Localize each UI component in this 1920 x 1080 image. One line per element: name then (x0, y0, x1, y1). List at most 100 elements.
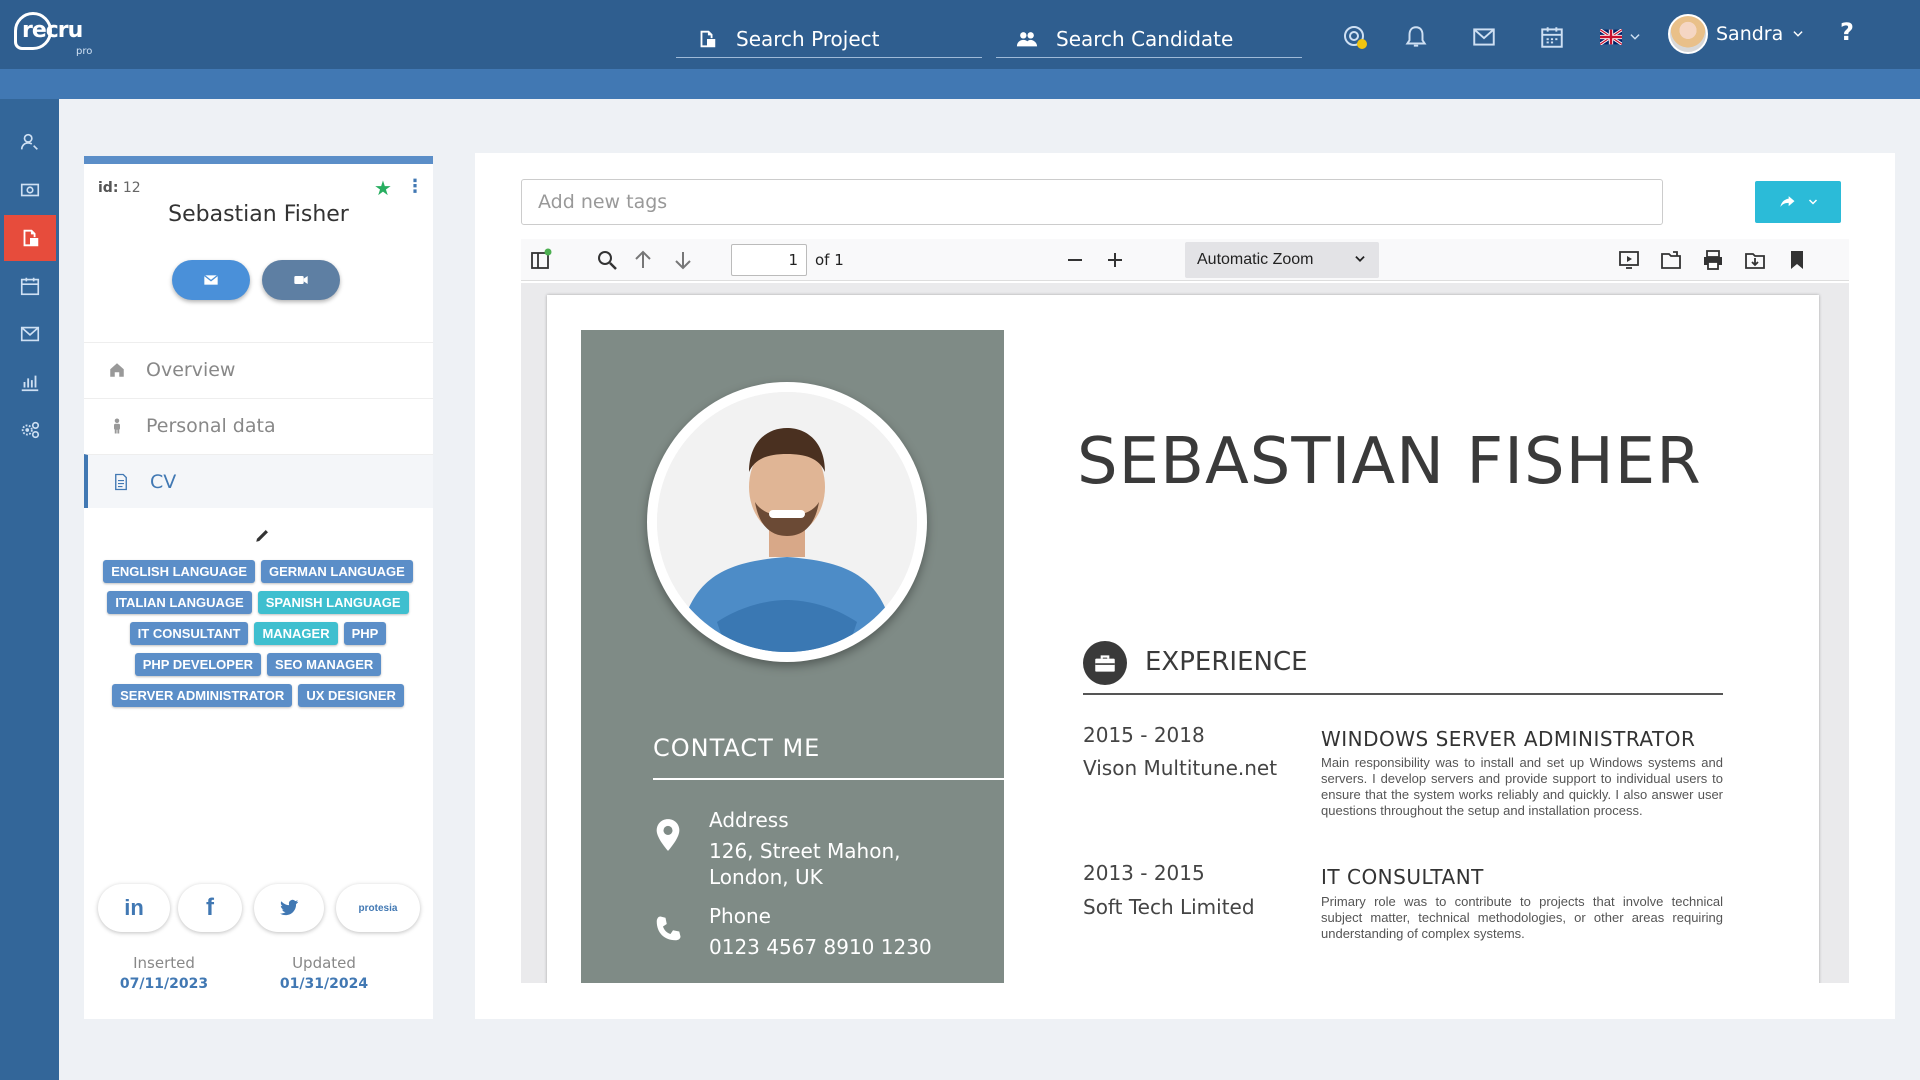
chevron-down-icon (1355, 256, 1365, 262)
protesia-button[interactable]: protesia (336, 884, 420, 932)
sidebar-item-mail[interactable] (4, 311, 56, 357)
calendar-icon (20, 277, 40, 296)
user-search-icon (20, 133, 38, 150)
file-text-icon (115, 473, 127, 490)
zoom-out-icon[interactable] (1063, 248, 1087, 272)
tab-overview[interactable]: Overview (84, 342, 433, 396)
cv-document-page: CONTACT ME Address 126, Street Mahon, Lo… (547, 295, 1819, 983)
presentation-mode-icon[interactable] (1617, 248, 1641, 272)
sidebar-item-candidates[interactable] (4, 119, 56, 165)
skill-tag[interactable]: IT CONSULTANT (129, 622, 249, 645)
calendar-icon (1541, 27, 1563, 48)
updated-date: Updated 01/31/2024 (244, 954, 404, 992)
skill-tag[interactable]: SERVER ADMINISTRATOR (112, 684, 293, 707)
inserted-date: Inserted 07/11/2023 (84, 954, 244, 992)
sub-navbar (0, 69, 1920, 99)
pdf-toolbar: 1 of 1 Automatic Zoom (521, 239, 1849, 281)
updated-value: 01/31/2024 (279, 976, 369, 992)
skill-tag[interactable]: PHP (343, 622, 387, 645)
app-logo[interactable]: recru pro (14, 10, 104, 57)
phone-label: Phone (709, 904, 771, 928)
job-description: Primary role was to contribute to projec… (1321, 894, 1723, 941)
sidebar-item-reports[interactable] (4, 359, 56, 405)
sidebar-item-finance[interactable] (4, 167, 56, 213)
video-call-button[interactable] (262, 260, 340, 300)
search-project-button[interactable]: Search Project (676, 20, 982, 58)
tab-cv[interactable]: CV (84, 454, 433, 508)
experience-divider (1083, 693, 1723, 695)
document-icon (700, 30, 716, 47)
sidebar-item-projects[interactable] (4, 215, 56, 261)
address-label: Address (709, 808, 789, 832)
bookmark-icon[interactable] (1785, 248, 1809, 272)
page-number-input[interactable]: 1 (731, 244, 807, 276)
skill-tag[interactable]: ITALIAN LANGUAGE (107, 591, 252, 614)
tab-personal-data[interactable]: Personal data (84, 398, 433, 452)
edit-tags-pencil-icon[interactable] (254, 526, 272, 544)
map-pin-icon (656, 819, 680, 851)
twitter-icon (279, 899, 299, 916)
skill-tag[interactable]: PHP DEVELOPER (134, 653, 262, 676)
language-selector[interactable] (1596, 22, 1646, 52)
previous-page-icon[interactable] (631, 248, 655, 272)
chevron-down-icon (1808, 199, 1818, 205)
skill-tag[interactable]: GERMAN LANGUAGE (261, 560, 413, 583)
add-tags-input[interactable]: Add new tags (521, 179, 1663, 225)
gears-icon (21, 421, 40, 439)
download-icon[interactable] (1743, 248, 1767, 272)
job-years: 2013 - 2015 (1083, 861, 1205, 885)
ai-assistant-button[interactable] (1340, 22, 1370, 52)
open-file-icon[interactable] (1659, 248, 1683, 272)
linkedin-button[interactable]: in (98, 884, 170, 932)
avatar (1668, 14, 1708, 54)
money-icon (20, 183, 40, 197)
twitter-button[interactable] (254, 884, 324, 932)
share-arrow-icon (1780, 196, 1795, 207)
job-years: 2015 - 2018 (1083, 723, 1205, 747)
zoom-select[interactable]: Automatic Zoom (1185, 242, 1379, 278)
inserted-value: 07/11/2023 (119, 976, 209, 992)
skill-tags: ENGLISH LANGUAGE GERMAN LANGUAGE ITALIAN L… (98, 560, 418, 707)
add-tags-placeholder: Add new tags (538, 191, 668, 213)
updated-label: Updated (292, 954, 356, 972)
share-dropdown-button[interactable] (1755, 181, 1841, 223)
search-candidate-label: Search Candidate (1056, 26, 1234, 51)
briefcase-icon (1083, 641, 1127, 685)
zoom-in-icon[interactable] (1103, 248, 1127, 272)
phone-value: 0123 4567 8910 1230 (709, 935, 932, 959)
envelope-icon (1473, 28, 1495, 46)
sidebar-item-calendar[interactable] (4, 263, 56, 309)
calendar-button[interactable] (1537, 22, 1567, 52)
pdf-viewer[interactable]: CONTACT ME Address 126, Street Mahon, Lo… (521, 283, 1849, 983)
search-candidate-button[interactable]: Search Candidate (996, 20, 1302, 58)
print-icon[interactable] (1701, 248, 1725, 272)
facebook-button[interactable]: f (178, 884, 242, 932)
protesia-icon: protesia (358, 902, 398, 914)
sidebar-toggle-icon[interactable] (529, 248, 553, 272)
skill-tag[interactable]: SEO MANAGER (267, 653, 382, 676)
skill-tag[interactable]: MANAGER (254, 622, 338, 645)
favorite-star-icon[interactable]: ★ (374, 176, 392, 200)
skill-tag[interactable]: UX DESIGNER (298, 684, 404, 707)
documents-icon (23, 229, 39, 247)
skill-tag[interactable]: SPANISH LANGUAGE (257, 591, 409, 614)
bar-chart-icon (21, 375, 39, 392)
facebook-icon: f (206, 894, 214, 921)
more-options-icon[interactable]: ⋮ (406, 176, 424, 197)
top-navbar: recru pro Search Project Search Candidat… (0, 0, 1920, 69)
video-camera-icon (294, 276, 308, 284)
help-button[interactable]: ? (1840, 18, 1854, 46)
search-project-label: Search Project (736, 26, 880, 51)
search-icon[interactable] (595, 248, 619, 272)
next-page-icon[interactable] (671, 248, 695, 272)
user-menu[interactable]: Sandra (1668, 14, 1805, 54)
cv-panel: Add new tags 1 of 1 Automatic Zoom CONTA… (475, 153, 1895, 1019)
chevron-down-icon (1793, 31, 1803, 37)
contact-divider (653, 778, 1004, 780)
send-email-button[interactable] (172, 260, 250, 300)
chevron-down-icon (1630, 34, 1640, 40)
notifications-button[interactable] (1401, 22, 1431, 52)
skill-tag[interactable]: ENGLISH LANGUAGE (103, 560, 255, 583)
sidebar-item-settings[interactable] (4, 407, 56, 453)
messages-button[interactable] (1469, 22, 1499, 52)
